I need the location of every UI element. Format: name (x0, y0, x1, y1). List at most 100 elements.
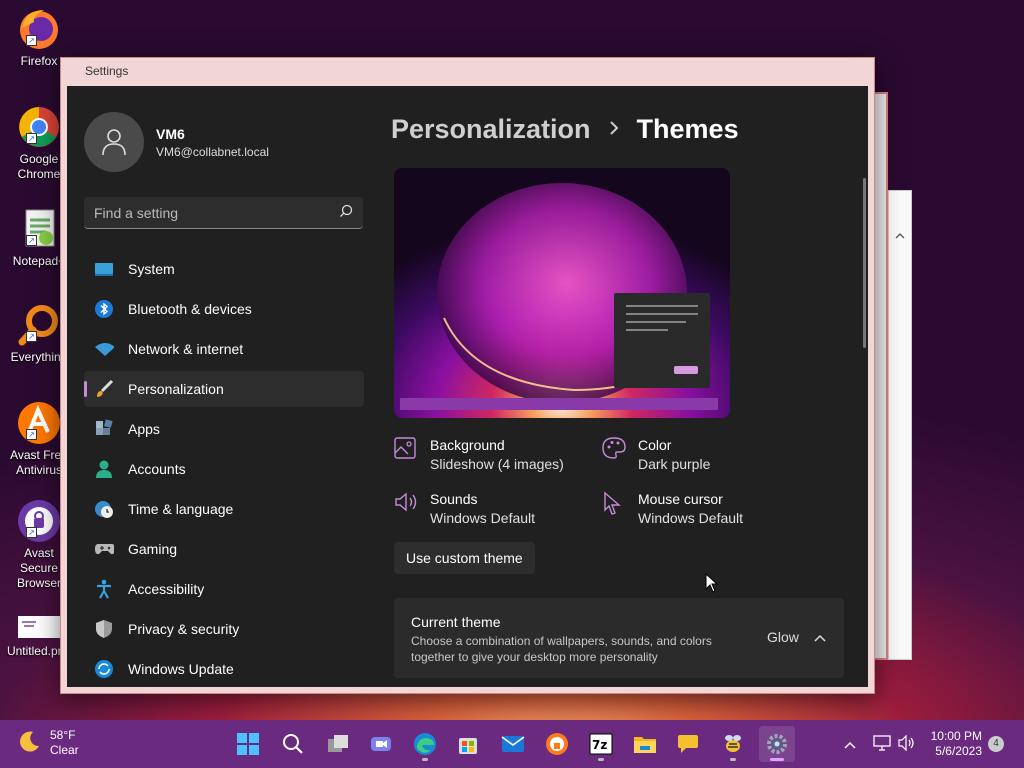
network-icon[interactable] (873, 735, 891, 756)
task-view-icon (328, 735, 348, 752)
sidebar-item-time-language[interactable]: Time & language (84, 491, 364, 527)
background-value: Slideshow (4 images) (430, 456, 564, 472)
paintbrush-icon (94, 379, 114, 399)
sidebar-item-privacy[interactable]: Privacy & security (84, 611, 364, 647)
bluetooth-icon (94, 299, 114, 319)
sidebar-item-accounts[interactable]: Accounts (84, 451, 364, 487)
clock-date: 5/6/2023 (935, 744, 982, 758)
monitor-icon (94, 259, 114, 279)
page-title: Themes (636, 114, 739, 144)
chevron-up-icon[interactable] (895, 227, 905, 245)
show-hidden-icons-chevron-icon[interactable] (843, 737, 857, 755)
chevron-up-icon[interactable] (814, 630, 826, 648)
background-setting[interactable]: Background Slideshow (4 images) (394, 437, 564, 472)
current-theme-title: Current theme (411, 614, 501, 630)
sidebar-item-label: Personalization (128, 381, 224, 397)
wifi-icon (94, 339, 114, 359)
sidebar-item-system[interactable]: System (84, 251, 364, 287)
shield-icon (94, 619, 114, 639)
accessibility-icon (94, 579, 114, 599)
search-input[interactable]: Find a setting (84, 197, 363, 229)
user-name: VM6 (156, 126, 185, 142)
avast-browser-button[interactable] (539, 726, 575, 762)
window-title: Settings (85, 64, 129, 78)
avast-secure-browser-icon: ↗ (16, 498, 62, 544)
7zip-button[interactable]: 7z (583, 726, 619, 762)
desktop-icon-label: Google Chrome (17, 152, 61, 181)
mail-icon (501, 736, 525, 752)
store-button[interactable] (450, 726, 486, 762)
weather-widget[interactable]: 58°F Clear (18, 728, 79, 758)
sidebar-item-label: Windows Update (128, 661, 234, 677)
store-icon (459, 738, 477, 754)
use-custom-theme-button[interactable]: Use custom theme (394, 542, 535, 574)
sounds-setting[interactable]: Sounds Windows Default (394, 491, 535, 526)
bee-app-button[interactable] (715, 726, 751, 762)
cursor-icon (602, 491, 638, 526)
chrome-icon: ↗ (16, 104, 62, 150)
sidebar-item-personalization[interactable]: Personalization (84, 371, 364, 407)
breadcrumb-parent[interactable]: Personalization (391, 114, 591, 145)
sidebar-item-gaming[interactable]: Gaming (84, 531, 364, 567)
sidebar-item-apps[interactable]: Apps (84, 411, 364, 447)
sidebar-item-label: Network & internet (128, 341, 244, 357)
file-explorer-icon (634, 737, 656, 753)
sidebar-item-windows-update[interactable]: Windows Update (84, 651, 364, 687)
sounds-title: Sounds (430, 491, 478, 507)
clock-time: 10:00 PM (930, 729, 982, 743)
color-title: Color (638, 437, 672, 453)
sidebar-item-label: Accounts (128, 461, 186, 477)
image-file-icon (16, 612, 62, 642)
gamepad-icon (94, 539, 114, 559)
moon-icon (18, 729, 42, 758)
color-setting[interactable]: Color Dark purple (602, 437, 710, 472)
7zip-icon: 7z (589, 733, 613, 755)
feedback-button[interactable] (670, 726, 706, 762)
everything-search-icon: ↗ (16, 302, 62, 348)
volume-icon[interactable] (898, 734, 916, 756)
update-icon (94, 659, 114, 679)
nav-list: System Bluetooth & devices Network & int… (84, 251, 364, 687)
teams-chat-icon (371, 737, 391, 751)
search-placeholder: Find a setting (94, 204, 179, 221)
search-icon[interactable] (339, 204, 353, 221)
mouse-pointer (705, 572, 719, 598)
firefox-icon: ↗ (16, 6, 62, 52)
windows-start-icon (237, 733, 259, 755)
settings-window[interactable]: Settings VM6 VM6@collabnet.local Find a … (60, 57, 875, 694)
edge-button[interactable] (407, 726, 443, 762)
avatar (84, 112, 144, 172)
sidebar-item-bluetooth[interactable]: Bluetooth & devices (84, 291, 364, 327)
mouse-title: Mouse cursor (638, 491, 723, 507)
teams-chat-button[interactable] (363, 726, 399, 762)
background-window-2[interactable] (888, 190, 912, 660)
chevron-right-icon (609, 119, 619, 140)
sidebar-item-network[interactable]: Network & internet (84, 331, 364, 367)
clock-globe-icon (94, 499, 114, 519)
mouse-cursor-setting[interactable]: Mouse cursor Windows Default (602, 491, 743, 526)
notification-badge[interactable]: 4 (988, 736, 1004, 752)
start-button[interactable] (230, 726, 266, 762)
sidebar-item-label: Gaming (128, 541, 178, 557)
system-clock[interactable]: 10:00 PM 5/6/2023 (922, 729, 982, 759)
settings-icon (767, 734, 787, 754)
sidebar-item-label: Bluetooth & devices (128, 301, 252, 317)
weather-temp: 58°F (50, 728, 76, 742)
scrollbar[interactable] (863, 178, 866, 348)
person-icon (102, 129, 126, 156)
task-view-button[interactable] (320, 726, 356, 762)
file-explorer-button[interactable] (627, 726, 663, 762)
user-profile[interactable]: VM6 VM6@collabnet.local (84, 112, 269, 172)
sidebar-item-label: System (128, 261, 175, 277)
taskbar-search-button[interactable] (275, 726, 311, 762)
settings-taskbar-button[interactable] (759, 726, 795, 762)
color-value: Dark purple (638, 456, 711, 472)
speaker-icon (394, 491, 430, 526)
apps-icon (94, 419, 114, 439)
settings-client: VM6 VM6@collabnet.local Find a setting S… (67, 86, 868, 687)
mail-button[interactable] (495, 726, 531, 762)
avast-antivirus-icon: ↗ (16, 400, 62, 446)
sidebar-item-accessibility[interactable]: Accessibility (84, 571, 364, 607)
edge-icon (414, 733, 436, 755)
current-theme-card[interactable]: Current theme Choose a combination of wa… (394, 598, 844, 678)
